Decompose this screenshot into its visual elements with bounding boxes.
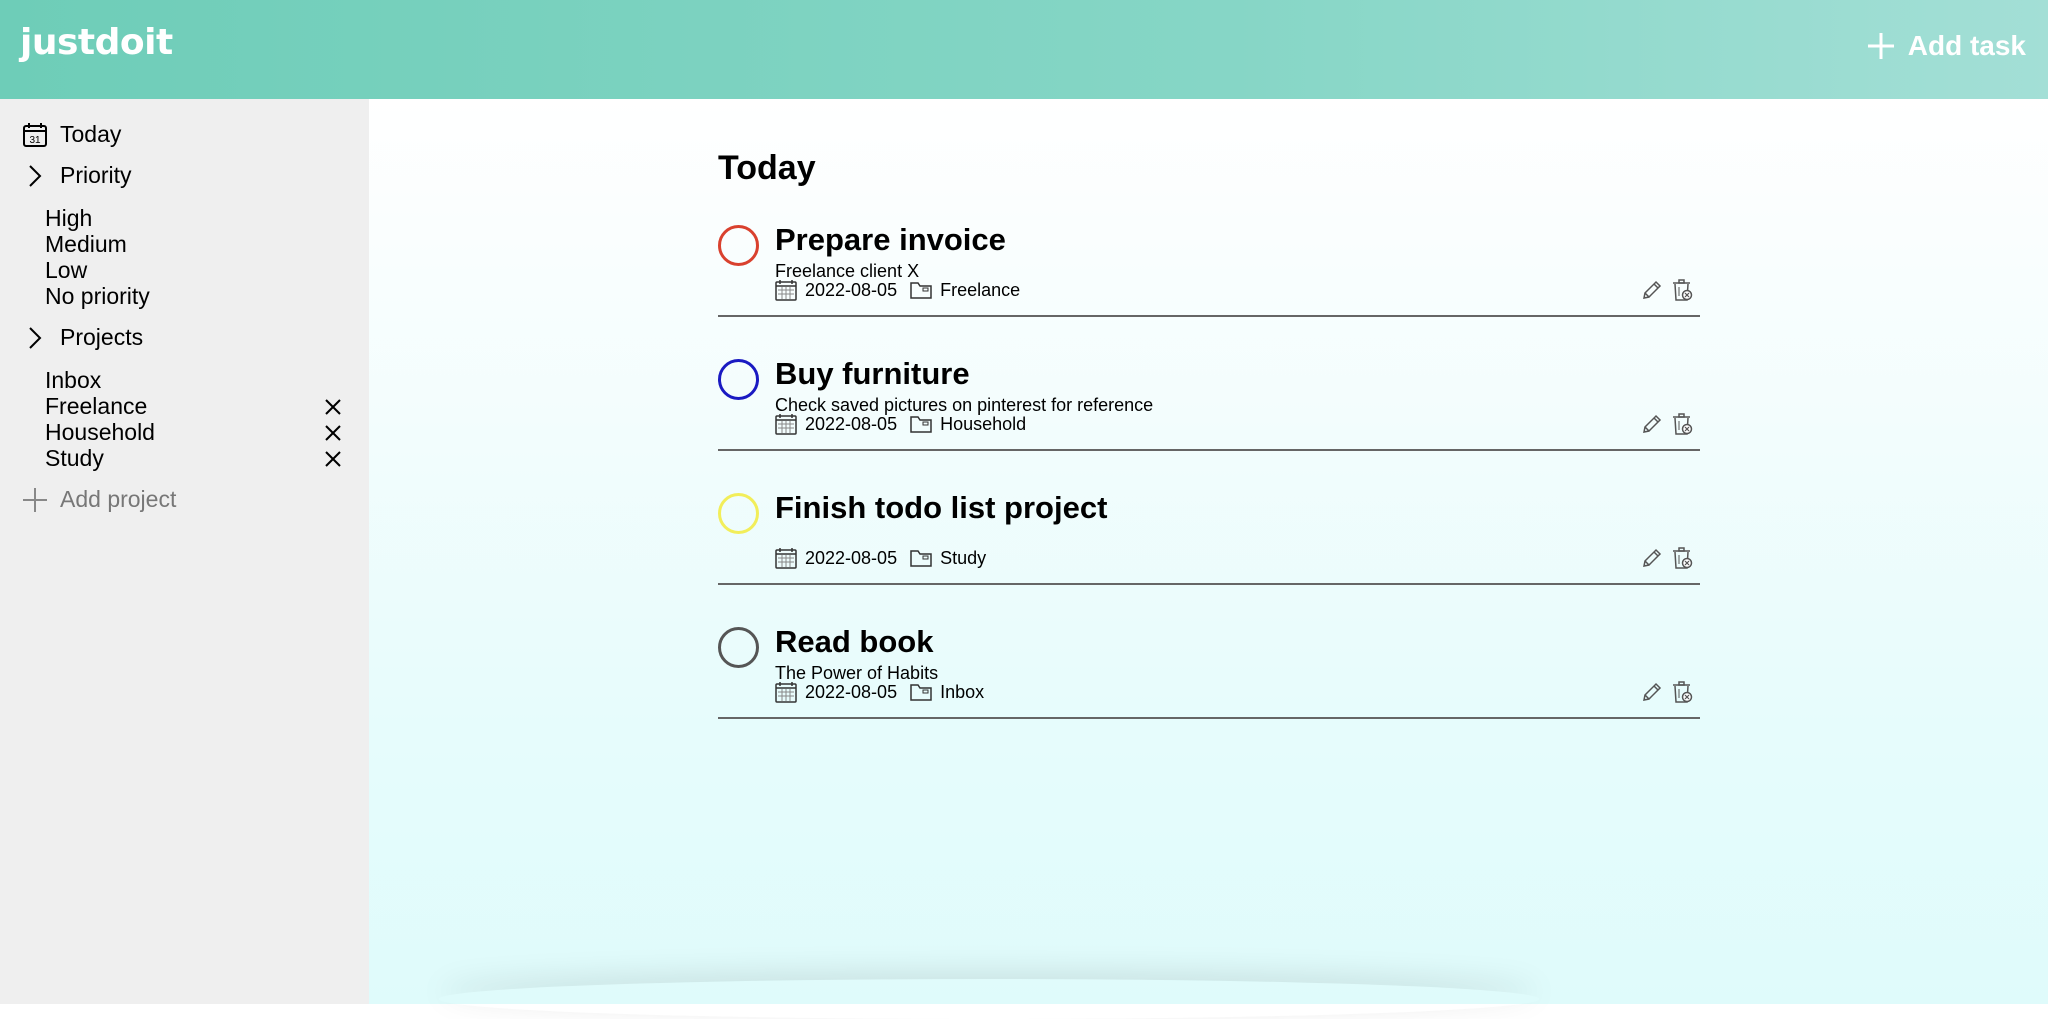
delete-project-household-icon[interactable] bbox=[322, 422, 344, 444]
sidebar-item-low[interactable]: Low bbox=[45, 257, 87, 283]
plus-icon bbox=[23, 487, 47, 512]
task-actions bbox=[1640, 278, 1694, 302]
task-meta: 2022-08-05 Household bbox=[775, 413, 1026, 435]
sidebar-item-household[interactable]: Household bbox=[45, 419, 155, 445]
task-date: 2022-08-05 bbox=[805, 279, 898, 300]
pencil-icon[interactable] bbox=[1640, 546, 1664, 570]
trash-icon[interactable] bbox=[1670, 278, 1694, 302]
task-complete-checkbox[interactable] bbox=[718, 493, 759, 534]
pencil-icon[interactable] bbox=[1640, 680, 1664, 704]
trash-icon[interactable] bbox=[1670, 680, 1694, 704]
sidebar-projects-label: Projects bbox=[60, 324, 144, 350]
task-actions bbox=[1640, 546, 1694, 570]
delete-project-freelance-icon[interactable] bbox=[322, 396, 344, 418]
task-project: Household bbox=[940, 413, 1027, 434]
task-actions bbox=[1640, 680, 1694, 704]
trash-icon[interactable] bbox=[1670, 546, 1694, 570]
main-content: Today Prepare invoice Freelance client X… bbox=[369, 99, 2048, 1004]
pencil-icon[interactable] bbox=[1640, 278, 1664, 302]
chevron-right-icon bbox=[29, 326, 42, 349]
task-item: Prepare invoice Freelance client X 2022-… bbox=[718, 210, 1700, 317]
task-item: Read book The Power of Habits 2022-08-05… bbox=[718, 612, 1700, 719]
sidebar-item-no-priority[interactable]: No priority bbox=[45, 283, 150, 309]
sidebar-item-freelance[interactable]: Freelance bbox=[45, 393, 147, 419]
page-title: Today bbox=[718, 149, 816, 187]
pencil-icon[interactable] bbox=[1640, 412, 1664, 436]
task-item: Finish todo list project 2022-08-05 Stud… bbox=[718, 478, 1700, 585]
sidebar-projects-toggle[interactable]: Projects bbox=[22, 324, 143, 351]
task-title: Read book bbox=[775, 624, 934, 659]
sidebar-priority-label: Priority bbox=[60, 162, 132, 188]
task-date: 2022-08-05 bbox=[805, 547, 898, 568]
folder-icon bbox=[910, 684, 932, 701]
task-complete-checkbox[interactable] bbox=[718, 627, 759, 668]
add-task-label: Add task bbox=[1907, 30, 2026, 61]
sidebar-item-study[interactable]: Study bbox=[45, 445, 104, 471]
calendar-icon bbox=[775, 280, 797, 301]
task-meta: 2022-08-05 Study bbox=[775, 547, 986, 569]
task-date: 2022-08-05 bbox=[805, 413, 898, 434]
folder-icon bbox=[910, 416, 932, 433]
footer-shadow bbox=[439, 979, 1539, 1019]
sidebar-item-today-label: Today bbox=[60, 121, 122, 147]
task-complete-checkbox[interactable] bbox=[718, 225, 759, 266]
task-actions bbox=[1640, 412, 1694, 436]
svg-text:31: 31 bbox=[29, 135, 41, 146]
task-date: 2022-08-05 bbox=[805, 681, 898, 702]
calendar-icon bbox=[775, 682, 797, 703]
task-title: Buy furniture bbox=[775, 356, 970, 391]
sidebar-item-inbox[interactable]: Inbox bbox=[45, 367, 101, 393]
calendar-icon bbox=[775, 548, 797, 569]
calendar-icon bbox=[775, 414, 797, 435]
sidebar-priority-toggle[interactable]: Priority bbox=[22, 162, 132, 189]
app-header: justdoit Add task bbox=[0, 0, 2048, 99]
task-project: Freelance bbox=[940, 279, 1021, 300]
add-project-label: Add project bbox=[60, 486, 177, 512]
folder-icon bbox=[910, 282, 932, 299]
task-project: Study bbox=[940, 547, 987, 568]
calendar-icon: 31 bbox=[23, 122, 47, 147]
task-item: Buy furniture Check saved pictures on pi… bbox=[718, 344, 1700, 451]
sidebar-item-today[interactable]: 31 Today bbox=[22, 121, 121, 148]
task-title: Finish todo list project bbox=[775, 490, 1108, 525]
trash-icon[interactable] bbox=[1670, 412, 1694, 436]
delete-project-study-icon[interactable] bbox=[322, 448, 344, 470]
chevron-right-icon bbox=[29, 164, 42, 187]
sidebar-item-high[interactable]: High bbox=[45, 205, 92, 231]
add-project-button[interactable]: Add project bbox=[22, 486, 176, 513]
folder-icon bbox=[910, 550, 932, 567]
app-logo[interactable]: justdoit bbox=[20, 22, 173, 63]
plus-icon bbox=[1867, 33, 1894, 59]
sidebar-item-medium[interactable]: Medium bbox=[45, 231, 127, 257]
add-task-button[interactable]: Add task bbox=[1866, 30, 2026, 62]
task-complete-checkbox[interactable] bbox=[718, 359, 759, 400]
task-meta: 2022-08-05 Freelance bbox=[775, 279, 1020, 301]
task-meta: 2022-08-05 Inbox bbox=[775, 681, 984, 703]
task-title: Prepare invoice bbox=[775, 222, 1006, 257]
task-project: Inbox bbox=[940, 681, 985, 702]
sidebar: 31 Today Priority High Medium Low No pri… bbox=[0, 99, 369, 1004]
